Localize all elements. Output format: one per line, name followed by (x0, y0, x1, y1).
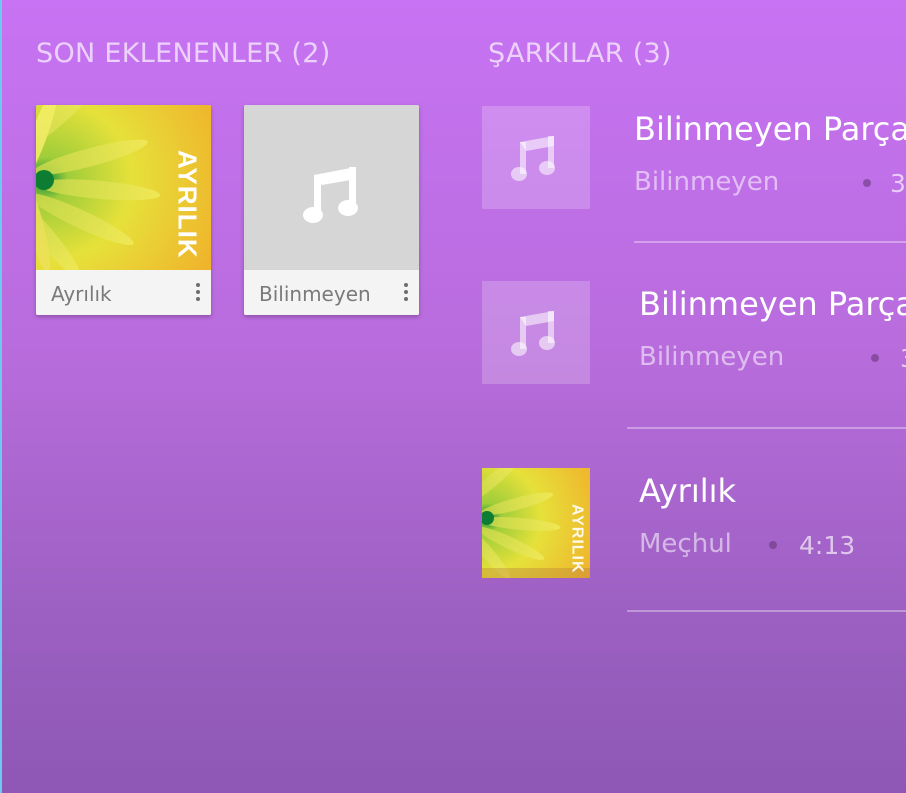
song-thumbnail (482, 106, 590, 209)
overflow-menu-icon[interactable] (191, 280, 205, 306)
song-title: Bilinmeyen Parça (639, 285, 906, 323)
song-list-item[interactable]: Bilinmeyen Parça Bilinmeyen 3 (482, 105, 906, 245)
album-cover-image: AYRILIK (36, 105, 211, 270)
separator-dot (871, 354, 879, 362)
album-card-bilinmeyen[interactable]: Bilinmeyen (244, 105, 419, 315)
separator-dot (769, 541, 777, 549)
song-list-item[interactable]: Bilinmeyen Parça Bilinmeyen 3 (482, 280, 906, 430)
list-divider (634, 241, 906, 243)
album-cover-title: AYRILIK (569, 504, 586, 574)
list-divider (627, 427, 906, 429)
album-label: Ayrılık (51, 282, 112, 306)
song-artist: Bilinmeyen (634, 167, 780, 197)
song-duration: 3 (890, 169, 906, 198)
music-library-screen: { "sections": { "recent": { "title": "SO… (0, 0, 906, 793)
album-card-footer: Ayrılık (36, 270, 211, 315)
song-duration: 3 (900, 344, 906, 373)
album-card-footer: Bilinmeyen (244, 270, 419, 315)
music-note-icon (511, 311, 555, 356)
music-note-icon (303, 167, 358, 223)
song-thumbnail (482, 281, 590, 384)
separator-dot (863, 179, 871, 187)
song-duration: 4:13 (799, 531, 856, 560)
song-list-item[interactable]: AYRILIK Ayrılık Meçhul 4:13 (482, 467, 906, 617)
album-cover-title: AYRILIK (173, 150, 203, 259)
song-thumbnail: AYRILIK (482, 468, 590, 578)
song-title: Ayrılık (639, 472, 737, 510)
overflow-menu-icon[interactable] (399, 280, 413, 306)
list-divider (627, 610, 906, 612)
song-artist: Meçhul (639, 529, 732, 559)
album-card-ayrilik[interactable]: AYRILIK Ayrılık (36, 105, 211, 315)
music-note-icon (511, 136, 555, 181)
album-placeholder-art (244, 105, 419, 270)
recent-section-title: SON EKLENENLER (2) (36, 38, 331, 69)
song-title: Bilinmeyen Parça (634, 110, 906, 148)
songs-section-title: ŞARKILAR (3) (488, 38, 672, 69)
song-artist: Bilinmeyen (639, 342, 785, 372)
album-label: Bilinmeyen (259, 282, 371, 306)
